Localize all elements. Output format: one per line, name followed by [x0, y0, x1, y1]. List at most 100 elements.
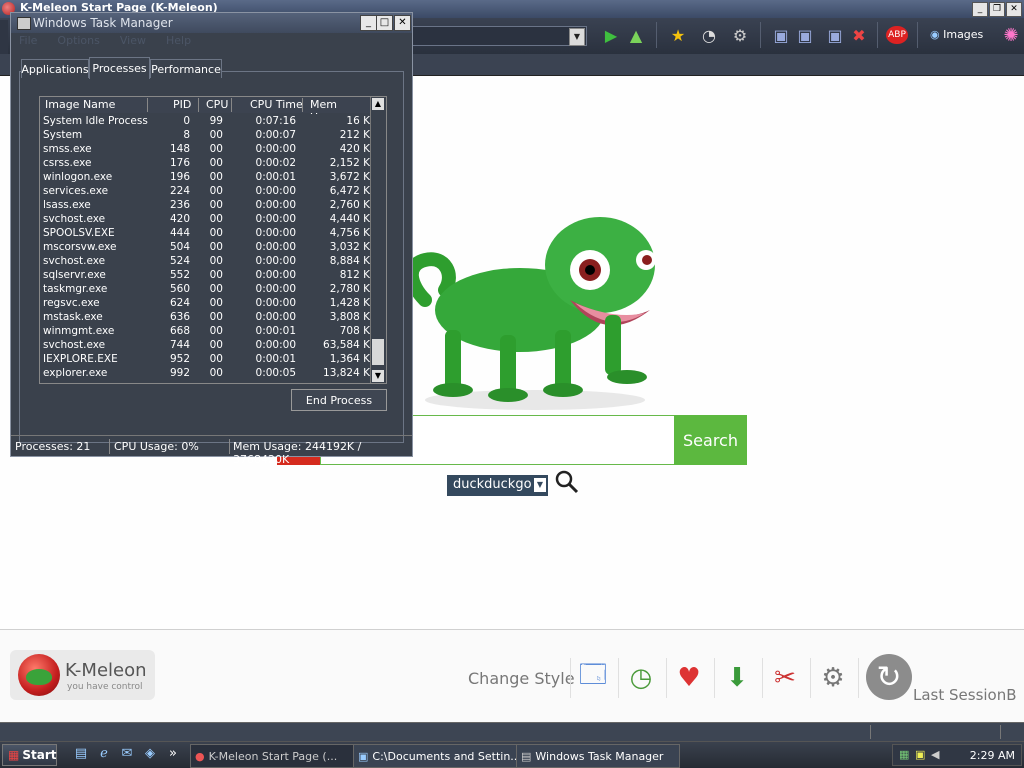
- scroll-thumb[interactable]: [372, 339, 384, 365]
- table-row[interactable]: services.exe 224 00 0:00:00 6,472 K: [40, 184, 372, 198]
- menu-options[interactable]: Options: [57, 34, 99, 47]
- tm-maximize-button[interactable]: □: [376, 15, 393, 31]
- task-manager-window[interactable]: Windows Task Manager _ □ ✕ File Options Vi…: [10, 12, 413, 466]
- column-divider[interactable]: [231, 98, 232, 112]
- url-dropdown-icon[interactable]: ▼: [569, 28, 585, 46]
- menu-view[interactable]: View: [120, 34, 146, 47]
- col-image-name[interactable]: Image Name: [45, 98, 115, 111]
- taskbar-item-task-manager[interactable]: ▤ Windows Task Manager: [516, 744, 680, 768]
- show-desktop-icon[interactable]: ▤: [72, 746, 90, 764]
- settings-gear-icon[interactable]: ⚙: [729, 24, 751, 46]
- table-row[interactable]: smss.exe 148 00 0:00:00 420 K: [40, 142, 372, 156]
- ie-quicklaunch-icon[interactable]: ℯ: [95, 746, 113, 764]
- security-tray-icon[interactable]: ▣: [915, 748, 925, 761]
- window-icon[interactable]: ▣: [770, 24, 792, 46]
- search-button[interactable]: Search: [674, 415, 747, 465]
- magnifier-search-icon[interactable]: [554, 469, 580, 495]
- table-row[interactable]: explorer.exe 992 00 0:00:05 13,824 K: [40, 366, 372, 380]
- table-row[interactable]: svchost.exe 420 00 0:00:00 4,440 K: [40, 212, 372, 226]
- chevron-down-icon: ▼: [534, 478, 546, 492]
- change-style-link[interactable]: Change Style: [468, 669, 575, 688]
- clock[interactable]: 2:29 AM: [970, 749, 1015, 762]
- downloads-icon[interactable]: ⬇: [718, 659, 756, 697]
- table-row[interactable]: sqlservr.exe 552 00 0:00:00 812 K: [40, 268, 372, 282]
- table-row[interactable]: IEXPLORE.EXE 952 00 0:00:01 1,364 K: [40, 352, 372, 366]
- minimize-button[interactable]: _: [972, 2, 988, 17]
- last-session-restore-icon[interactable]: ↻: [866, 654, 912, 700]
- k-meleon-ball-icon: [18, 654, 60, 696]
- volume-tray-icon[interactable]: ◀: [931, 748, 939, 761]
- explorer-quicklaunch-icon[interactable]: ◈: [141, 746, 159, 764]
- task-manager-titlebar[interactable]: Windows Task Manager _ □ ✕: [11, 13, 412, 33]
- history-clock-icon[interactable]: ◷: [622, 659, 660, 697]
- status-divider: [109, 439, 110, 454]
- column-divider[interactable]: [147, 98, 148, 112]
- tm-minimize-button[interactable]: _: [360, 15, 377, 31]
- last-session-link[interactable]: Last SessionB: [913, 686, 1017, 704]
- new-tab-icon[interactable]: ▣: [824, 24, 846, 46]
- column-divider[interactable]: [302, 98, 303, 112]
- panel-separator: [810, 658, 811, 698]
- quicklaunch-more-icon[interactable]: »: [164, 746, 182, 764]
- restore-button[interactable]: ❐: [989, 2, 1005, 17]
- tab-processes[interactable]: Processes: [89, 57, 150, 79]
- tools-icon[interactable]: ✂: [766, 659, 804, 697]
- process-rows: System Idle Process 0 99 0:07:16 16 K System 8…: [40, 114, 372, 380]
- tab-performance[interactable]: Performance: [150, 59, 222, 78]
- table-row[interactable]: lsass.exe 236 00 0:00:00 2,760 K: [40, 198, 372, 212]
- table-row[interactable]: mstask.exe 636 00 0:00:00 3,808 K: [40, 310, 372, 324]
- table-row[interactable]: svchost.exe 524 00 0:00:00 8,884 K: [40, 254, 372, 268]
- process-list[interactable]: Image Name PID CPU CPU Time Mem Usage Sy…: [39, 96, 387, 384]
- process-name: services.exe: [43, 185, 109, 197]
- process-mem-usage: 708 K: [339, 325, 370, 337]
- close-tab-icon[interactable]: ✖: [848, 24, 870, 46]
- table-row[interactable]: winmgmt.exe 668 00 0:00:01 708 K: [40, 324, 372, 338]
- table-row[interactable]: regsvc.exe 624 00 0:00:00 1,428 K: [40, 296, 372, 310]
- up-icon[interactable]: ▲: [625, 24, 647, 46]
- taskbar-item-explorer[interactable]: ▣ C:\Documents and Settin...: [353, 744, 519, 768]
- tm-close-button[interactable]: ✕: [394, 15, 411, 31]
- process-cpu-time: 0:00:02: [255, 157, 296, 169]
- table-row[interactable]: winlogon.exe 196 00 0:00:01 3,672 K: [40, 170, 372, 184]
- taskbar-item-kmeleon[interactable]: ● K-Meleon Start Page (...: [190, 744, 356, 768]
- table-row[interactable]: System 8 00 0:00:07 212 K: [40, 128, 372, 142]
- col-cpu[interactable]: CPU: [206, 98, 228, 111]
- history-clock-icon[interactable]: ◔: [698, 24, 720, 46]
- k-meleon-logo[interactable]: K-Meleon you have control: [10, 650, 155, 700]
- scroll-down-icon[interactable]: ▼: [372, 370, 384, 382]
- url-bar[interactable]: ▼: [405, 26, 587, 46]
- scroll-up-icon[interactable]: ▲: [372, 98, 384, 110]
- process-list-scrollbar[interactable]: ▲ ▼: [370, 97, 386, 383]
- close-button[interactable]: ✕: [1006, 2, 1022, 17]
- new-window-icon[interactable]: 🗔: [574, 659, 612, 697]
- go-icon[interactable]: ▶: [600, 24, 622, 46]
- process-cpu-time: 0:00:00: [255, 241, 296, 253]
- table-row[interactable]: SPOOLSV.EXE 444 00 0:00:00 4,756 K: [40, 226, 372, 240]
- favorites-heart-icon[interactable]: ♥: [670, 659, 708, 697]
- menu-help[interactable]: Help: [166, 34, 191, 47]
- window-restore-icon[interactable]: ▣: [794, 24, 816, 46]
- table-row[interactable]: svchost.exe 744 00 0:00:00 63,584 K: [40, 338, 372, 352]
- process-pid: 504: [169, 241, 190, 253]
- table-row[interactable]: System Idle Process 0 99 0:07:16 16 K: [40, 114, 372, 128]
- table-row[interactable]: csrss.exe 176 00 0:00:02 2,152 K: [40, 156, 372, 170]
- outlook-quicklaunch-icon[interactable]: ✉: [118, 746, 136, 764]
- images-button[interactable]: ◉ Images: [930, 28, 983, 41]
- tab-applications[interactable]: Applications: [21, 59, 89, 78]
- start-button[interactable]: ▦ Start: [2, 744, 57, 766]
- bookmark-star-icon[interactable]: ★: [667, 24, 689, 46]
- toolbar-separator: [656, 22, 657, 48]
- search-engine-select[interactable]: duckduckgo ▼: [447, 475, 548, 496]
- col-pid[interactable]: PID: [173, 98, 191, 111]
- process-cpu: 00: [209, 269, 223, 281]
- preferences-gear-icon[interactable]: ⚙: [814, 659, 852, 697]
- menu-file[interactable]: File: [19, 34, 37, 47]
- column-divider[interactable]: [198, 98, 199, 112]
- table-row[interactable]: taskmgr.exe 560 00 0:00:00 2,780 K: [40, 282, 372, 296]
- process-name: System: [43, 129, 83, 141]
- end-process-button[interactable]: End Process: [291, 389, 387, 411]
- col-cpu-time[interactable]: CPU Time: [250, 98, 303, 111]
- table-row[interactable]: mscorsvw.exe 504 00 0:00:00 3,032 K: [40, 240, 372, 254]
- network-tray-icon[interactable]: ▦: [899, 748, 909, 761]
- adblock-icon[interactable]: ABP: [886, 24, 908, 46]
